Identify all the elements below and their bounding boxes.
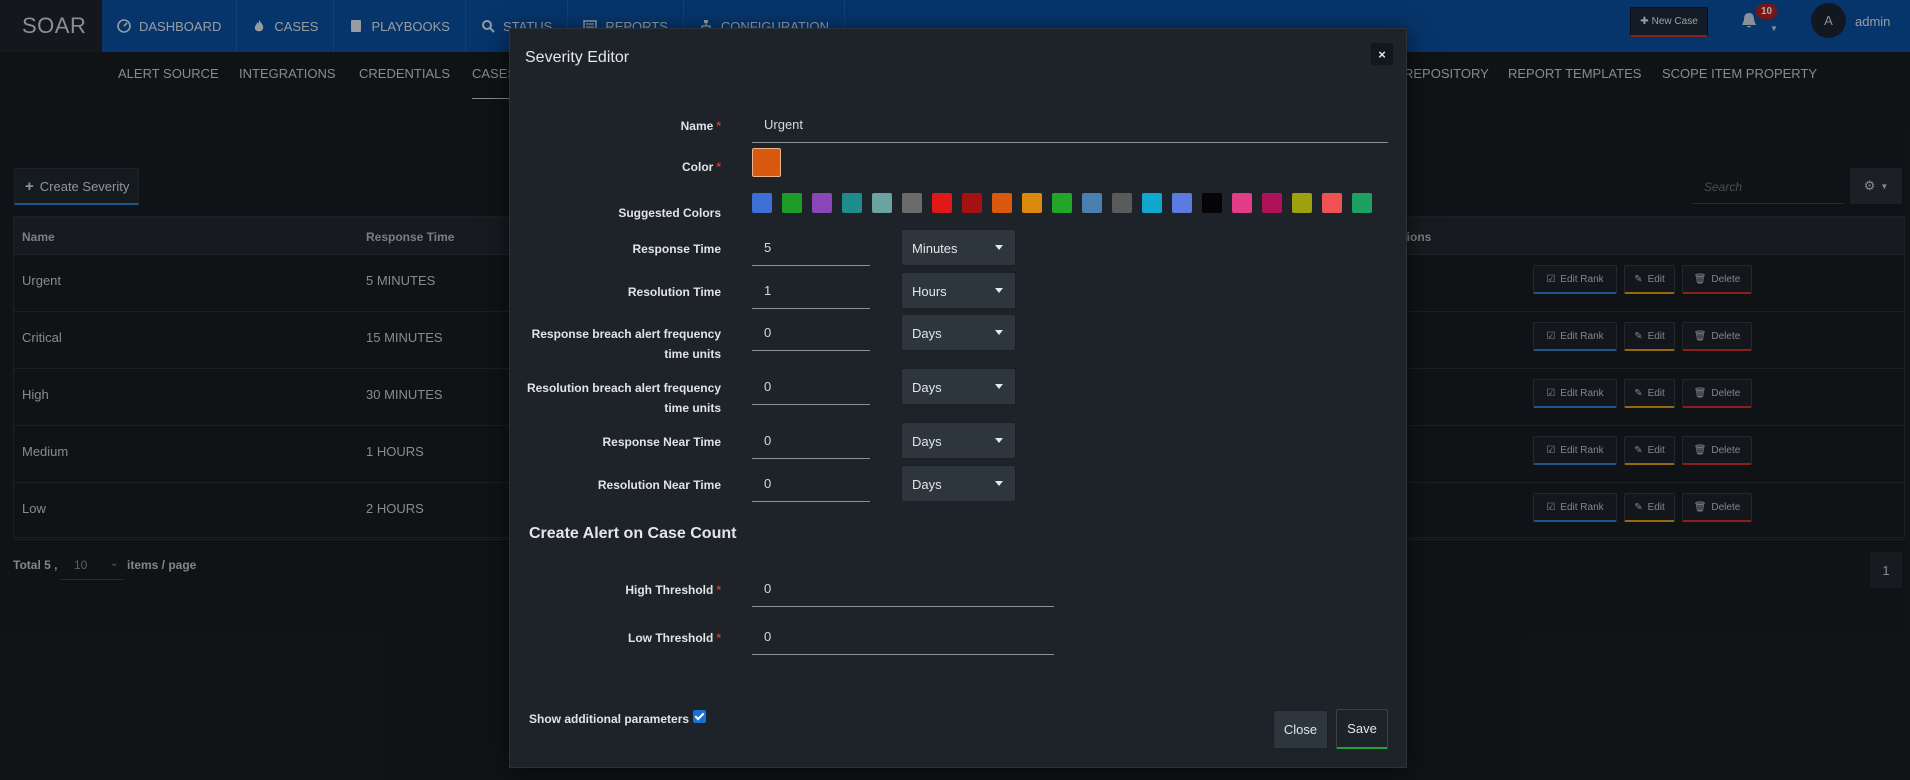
resolution-time-unit-value: Hours: [912, 284, 947, 299]
resolution-breach-label: Resolution breach alert frequency time un…: [526, 381, 721, 415]
response-time-input[interactable]: 5: [752, 230, 870, 266]
resolution-time-input[interactable]: 1: [752, 273, 870, 309]
response-breach-unit-value: Days: [912, 326, 942, 341]
color-swatch-option[interactable]: [1112, 193, 1132, 213]
response-near-time-input[interactable]: 0: [752, 423, 870, 459]
color-swatch-option[interactable]: [932, 193, 952, 213]
color-swatch-option[interactable]: [842, 193, 862, 213]
color-swatch-option[interactable]: [1172, 193, 1192, 213]
color-swatch-option[interactable]: [1082, 193, 1102, 213]
caret-down-icon: [995, 481, 1003, 486]
caret-down-icon: [995, 288, 1003, 293]
color-swatch-option[interactable]: [992, 193, 1012, 213]
resolution-near-time-unit-select[interactable]: Days: [901, 465, 1016, 502]
resolution-near-time-input[interactable]: 0: [752, 466, 870, 502]
color-swatch-option[interactable]: [1322, 193, 1342, 213]
high-threshold-input[interactable]: 0: [752, 571, 1054, 607]
resolution-breach-unit-select[interactable]: Days: [901, 368, 1016, 405]
resolution-breach-unit-value: Days: [912, 380, 942, 395]
color-label: Color *: [681, 160, 721, 174]
high-threshold-label: High Threshold *: [625, 583, 721, 597]
color-swatch-option[interactable]: [1022, 193, 1042, 213]
close-button[interactable]: Close: [1273, 710, 1328, 749]
resolution-time-unit-select[interactable]: Hours: [901, 272, 1016, 309]
color-swatch-option[interactable]: [782, 193, 802, 213]
color-swatch-option[interactable]: [872, 193, 892, 213]
section-title: Create Alert on Case Count: [529, 525, 737, 542]
color-picker[interactable]: [752, 148, 781, 177]
name-label: Name *: [680, 119, 721, 133]
suggested-colors-label: Suggested Colors: [618, 206, 721, 220]
response-breach-input[interactable]: 0: [752, 315, 870, 351]
dialog-title: Severity Editor: [525, 49, 630, 66]
response-breach-label: Response breach alert frequency time unit…: [531, 327, 721, 361]
resolution-near-time-unit-value: Days: [912, 477, 942, 492]
low-threshold-input[interactable]: 0: [752, 619, 1054, 655]
resolution-near-time-label: Resolution Near Time: [597, 478, 721, 492]
name-input[interactable]: Urgent: [752, 107, 1388, 143]
resolution-time-label: Resolution Time: [627, 285, 721, 299]
response-near-time-label: Response Near Time: [602, 435, 722, 449]
suggested-colors-palette: [752, 193, 1372, 213]
response-breach-unit-select[interactable]: Days: [901, 314, 1016, 351]
caret-down-icon: [995, 384, 1003, 389]
color-swatch-option[interactable]: [1352, 193, 1372, 213]
save-button[interactable]: Save: [1336, 709, 1388, 749]
color-swatch-option[interactable]: [1202, 193, 1222, 213]
color-swatch-option[interactable]: [752, 193, 772, 213]
close-icon[interactable]: ×: [1371, 43, 1393, 65]
caret-down-icon: [995, 330, 1003, 335]
caret-down-icon: [995, 245, 1003, 250]
color-swatch-option[interactable]: [1142, 193, 1162, 213]
color-swatch-option[interactable]: [1232, 193, 1252, 213]
severity-editor-dialog: Severity Editor × Name * Urgent Color * Su…: [509, 28, 1407, 768]
show-additional-label: Show additional parameters: [529, 712, 690, 726]
response-time-unit-select[interactable]: Minutes: [901, 229, 1016, 266]
caret-down-icon: [995, 438, 1003, 443]
color-swatch-option[interactable]: [1292, 193, 1312, 213]
response-near-time-unit-select[interactable]: Days: [901, 422, 1016, 459]
show-additional-parameters[interactable]: Show additional parameters: [529, 709, 707, 726]
response-time-label: Response Time: [632, 242, 721, 256]
color-swatch-option[interactable]: [812, 193, 832, 213]
resolution-breach-input[interactable]: 0: [752, 369, 870, 405]
low-threshold-label: Low Threshold *: [627, 631, 721, 645]
color-swatch-option[interactable]: [1262, 193, 1282, 213]
show-additional-checkbox[interactable]: [693, 709, 707, 723]
color-swatch-option[interactable]: [1052, 193, 1072, 213]
response-near-time-unit-value: Days: [912, 434, 942, 449]
color-swatch-option[interactable]: [962, 193, 982, 213]
response-time-unit-value: Minutes: [912, 241, 958, 256]
color-swatch-option[interactable]: [902, 193, 922, 213]
